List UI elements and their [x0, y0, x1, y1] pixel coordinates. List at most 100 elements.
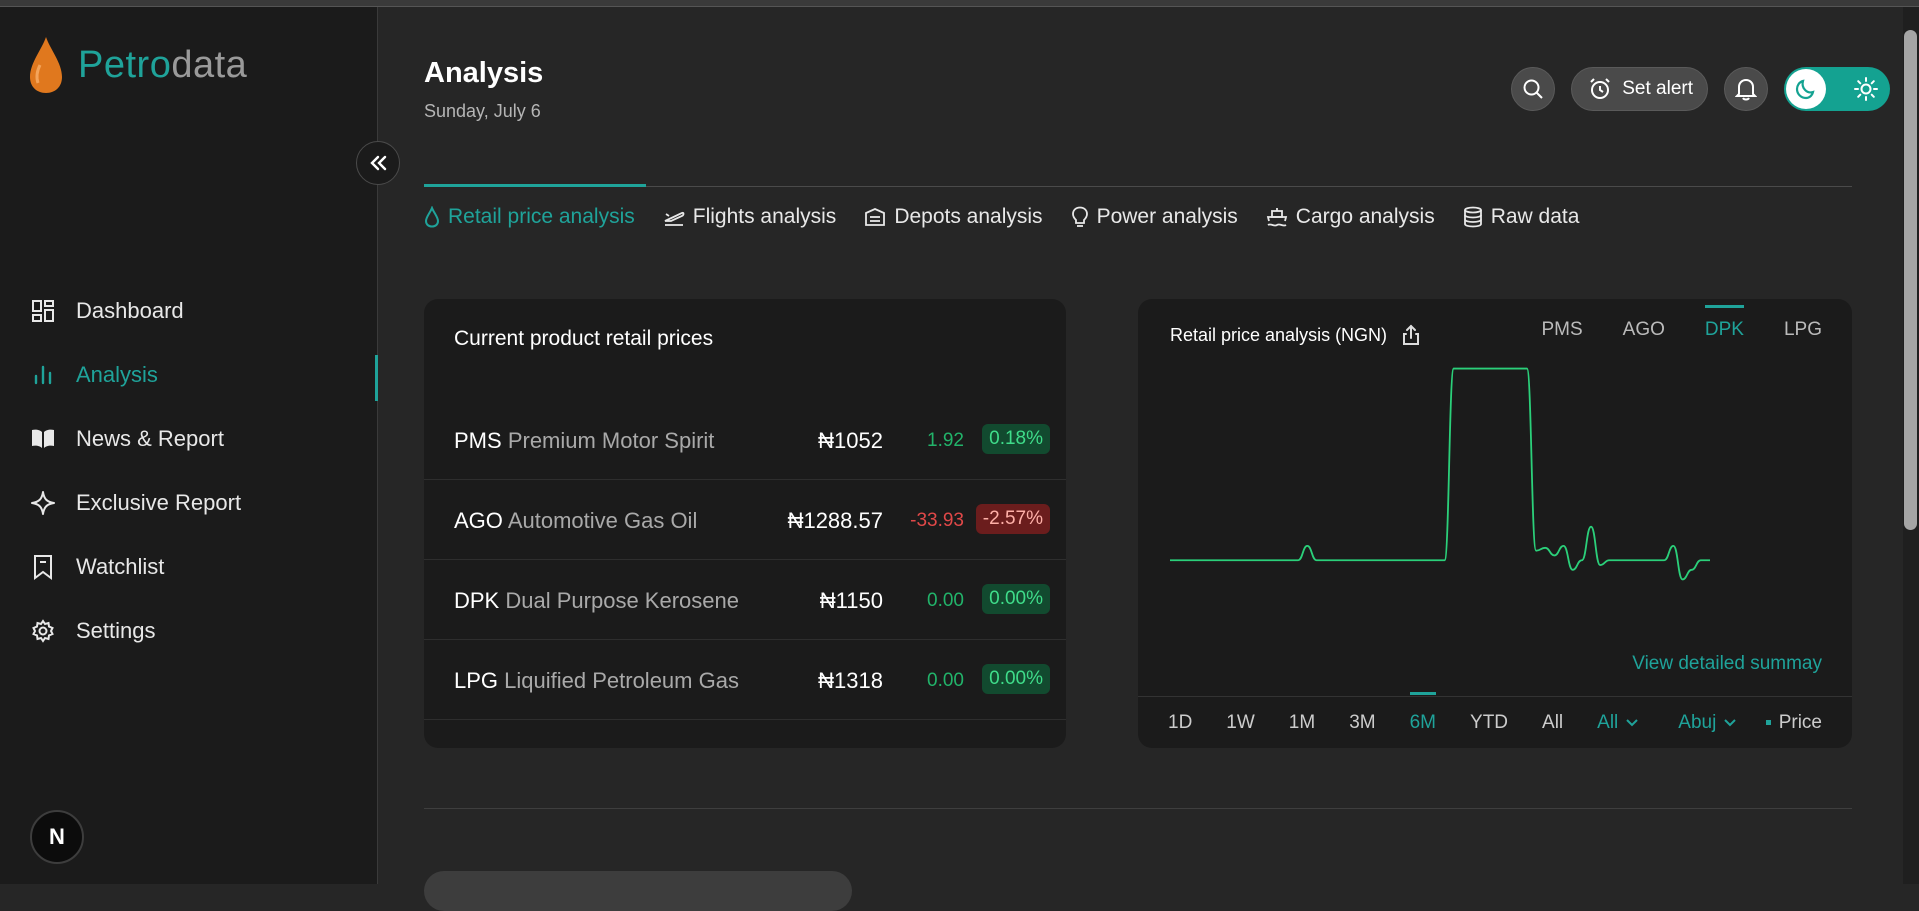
database-icon — [1463, 206, 1482, 228]
double-chevron-left-icon — [370, 155, 387, 171]
percent-badge: 0.00% — [982, 664, 1050, 694]
tab-label: Depots analysis — [894, 205, 1043, 228]
tab-label: Flights analysis — [692, 205, 837, 228]
chart-title-text: Retail price analysis (NGN) — [1170, 324, 1388, 345]
product-code-text: AGO — [454, 508, 503, 533]
range-3m[interactable]: 3M — [1349, 712, 1375, 734]
sidebar-item-label: Watchlist — [76, 554, 165, 579]
collapse-sidebar-button[interactable] — [356, 141, 400, 185]
filter-all-dropdown[interactable]: All — [1597, 712, 1638, 734]
bell-icon — [1735, 78, 1757, 101]
product-price: ₦1318 — [818, 668, 883, 693]
main-content: Analysis Sunday, July 6 Set alert Retail… — [378, 7, 1900, 911]
table-row[interactable]: AGO Automotive Gas Oil ₦1288.57 -33.93 -… — [424, 480, 1066, 560]
product-name: Automotive Gas Oil — [507, 508, 698, 533]
tab-retail-price-analysis[interactable]: Retail price analysis — [424, 205, 635, 229]
price-change: 0.00 — [927, 670, 964, 691]
product-tabs: PMS AGO DPK LPG — [1541, 305, 1822, 341]
set-alert-label: Set alert — [1622, 78, 1693, 99]
product-code: AGO Automotive Gas Oil — [454, 508, 697, 534]
tab-label: Raw data — [1490, 205, 1580, 228]
location-dropdown[interactable]: Abuj — [1678, 711, 1737, 734]
logo-part-1: Petro — [78, 43, 172, 86]
sidebar-item-exclusive-report[interactable]: Exclusive Report — [0, 471, 378, 535]
logo[interactable]: Petrodata — [28, 35, 247, 95]
theme-toggle[interactable] — [1784, 67, 1890, 111]
product-tab-lpg[interactable]: LPG — [1784, 319, 1822, 341]
sidebar-item-watchlist[interactable]: Watchlist — [0, 535, 378, 599]
avatar[interactable]: N — [30, 810, 84, 864]
price-change: 0.00 — [927, 590, 964, 611]
product-price: ₦1288.57 — [787, 508, 883, 533]
active-tab-indicator — [424, 184, 646, 187]
book-icon — [30, 426, 56, 452]
table-row[interactable]: LPG Liquified Petroleum Gas ₦1318 0.00 0… — [424, 640, 1066, 720]
sidebar-nav: Dashboard Analysis News & Report Exclusi… — [0, 279, 378, 663]
product-code: DPK Dual Purpose Kerosene — [454, 588, 739, 614]
alarm-clock-icon — [1590, 78, 1610, 99]
percent-badge: 0.18% — [982, 424, 1050, 454]
tab-flights-analysis[interactable]: Flights analysis — [663, 205, 837, 229]
notifications-button[interactable] — [1724, 67, 1768, 111]
price-change: 1.92 — [927, 430, 964, 451]
tab-power-analysis[interactable]: Power analysis — [1071, 205, 1238, 229]
sidebar-item-label: Settings — [76, 618, 156, 643]
header-actions: Set alert — [1511, 67, 1890, 111]
product-price: ₦1150 — [819, 588, 883, 613]
scrollbar-thumb[interactable] — [1904, 30, 1917, 530]
location-value: Abuj — [1678, 711, 1717, 733]
plane-icon — [664, 211, 685, 226]
table-row[interactable]: DPK Dual Purpose Kerosene ₦1150 0.00 0.0… — [424, 560, 1066, 640]
logo-text: Petrodata — [78, 44, 247, 87]
tab-raw-data[interactable]: Raw data — [1463, 205, 1580, 229]
sidebar-item-news-report[interactable]: News & Report — [0, 407, 378, 471]
range-all[interactable]: All — [1542, 712, 1563, 734]
retail-price-chart-card: Retail price analysis (NGN) PMS AGO DPK … — [1138, 299, 1852, 748]
product-name: Liquified Petroleum Gas — [504, 668, 739, 693]
moon-icon — [1795, 79, 1815, 100]
product-tab-pms[interactable]: PMS — [1541, 319, 1582, 341]
tab-label: Cargo analysis — [1295, 205, 1435, 228]
table-row[interactable]: PMS Premium Motor Spirit ₦1052 1.92 0.18… — [424, 400, 1066, 480]
chart-legend: Price — [1765, 711, 1822, 734]
ship-icon — [1266, 208, 1287, 227]
sidebar-item-label: News & Report — [76, 426, 224, 451]
filter-all-value: All — [1597, 711, 1619, 733]
product-tab-ago[interactable]: AGO — [1623, 319, 1665, 341]
sidebar: Petrodata Dashboard Analysis News & Repo… — [0, 7, 378, 884]
grid-icon — [30, 298, 56, 324]
sidebar-item-analysis[interactable]: Analysis — [0, 343, 378, 407]
search-icon — [1523, 79, 1543, 99]
price-line-chart — [1169, 367, 1710, 581]
logo-drop-icon — [30, 37, 62, 93]
share-icon[interactable] — [1401, 323, 1421, 347]
page-title: Analysis — [424, 57, 544, 89]
range-1w[interactable]: 1W — [1226, 712, 1255, 734]
range-6m[interactable]: 6M — [1409, 691, 1437, 734]
warehouse-icon — [865, 208, 886, 226]
logo-part-2: data — [171, 43, 248, 86]
view-detailed-summary-link[interactable]: View detailed summay — [1632, 653, 1822, 675]
range-ytd[interactable]: YTD — [1470, 712, 1508, 734]
product-code-text: LPG — [454, 668, 499, 693]
range-1d[interactable]: 1D — [1168, 712, 1192, 734]
search-button[interactable] — [1511, 67, 1556, 111]
time-range-bar: 1D 1W 1M 3M 6M YTD All All Abuj Price — [1138, 691, 1852, 748]
bookmark-icon — [30, 554, 56, 580]
window-top-bar — [0, 0, 1919, 7]
tab-cargo-analysis[interactable]: Cargo analysis — [1266, 205, 1435, 229]
tab-depots-analysis[interactable]: Depots analysis — [864, 205, 1043, 229]
section-divider — [424, 808, 1852, 809]
percent-badge: 0.00% — [982, 584, 1050, 614]
legend-label: Price — [1778, 711, 1822, 733]
sidebar-item-settings[interactable]: Settings — [0, 599, 378, 663]
range-1m[interactable]: 1M — [1289, 712, 1315, 734]
set-alert-button[interactable]: Set alert — [1571, 67, 1708, 111]
chevron-down-icon — [1724, 718, 1737, 726]
sidebar-item-dashboard[interactable]: Dashboard — [0, 279, 378, 343]
product-price: ₦1052 — [818, 428, 883, 453]
legend-swatch — [1765, 720, 1771, 725]
analysis-tabs: Retail price analysis Flights analysis D… — [424, 205, 1579, 229]
tab-label: Power analysis — [1096, 205, 1238, 228]
product-tab-dpk[interactable]: DPK — [1704, 305, 1745, 341]
